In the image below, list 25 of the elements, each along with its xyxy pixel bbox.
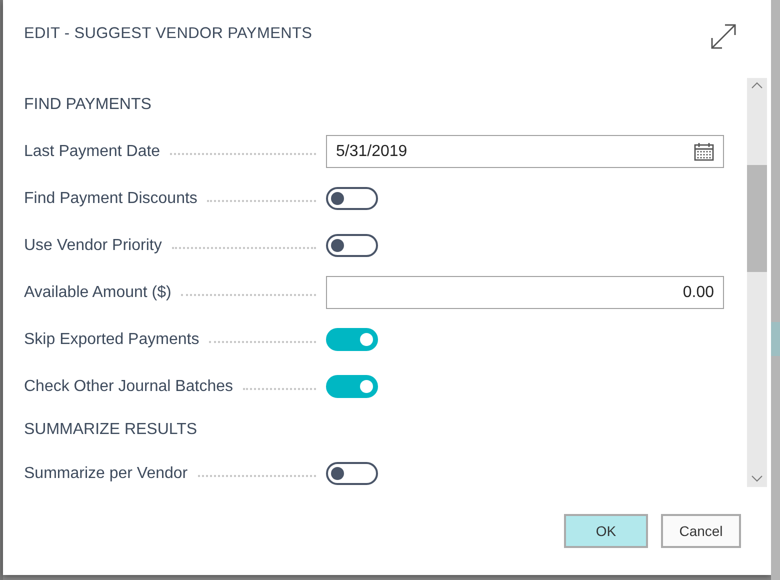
section-heading: SUMMARIZE RESULTS: [24, 420, 198, 440]
date-value: 5/31/2019: [336, 142, 408, 162]
toggle-switch[interactable]: [326, 328, 378, 351]
field-label: Last Payment Date: [24, 142, 162, 162]
ok-button[interactable]: OK: [564, 514, 648, 548]
toggle-switch[interactable]: [326, 462, 378, 485]
field-label: Find Payment Discounts: [24, 188, 198, 208]
scroll-thumb[interactable]: [747, 165, 767, 272]
toggle-switch[interactable]: [326, 234, 378, 257]
scrollbar[interactable]: [747, 78, 767, 487]
calendar-icon[interactable]: [694, 142, 714, 160]
amount-field[interactable]: 0.00: [326, 276, 724, 309]
field-label: Use Vendor Priority: [24, 236, 163, 256]
field-label: Summarize per Vendor: [24, 464, 189, 484]
toggle-switch[interactable]: [326, 187, 378, 210]
expand-icon[interactable]: [710, 23, 737, 50]
field-label: Check Other Journal Batches: [24, 376, 234, 396]
dialog-title: EDIT - SUGGEST VENDOR PAYMENTS: [24, 24, 312, 44]
field-label: Available Amount ($): [24, 282, 172, 302]
field-label: Skip Exported Payments: [24, 330, 200, 350]
section-heading: FIND PAYMENTS: [24, 95, 152, 115]
date-field[interactable]: 5/31/2019: [326, 135, 724, 168]
cancel-button[interactable]: Cancel: [661, 514, 741, 548]
amount-value: 0.00: [682, 282, 714, 302]
toggle-switch[interactable]: [326, 375, 378, 398]
